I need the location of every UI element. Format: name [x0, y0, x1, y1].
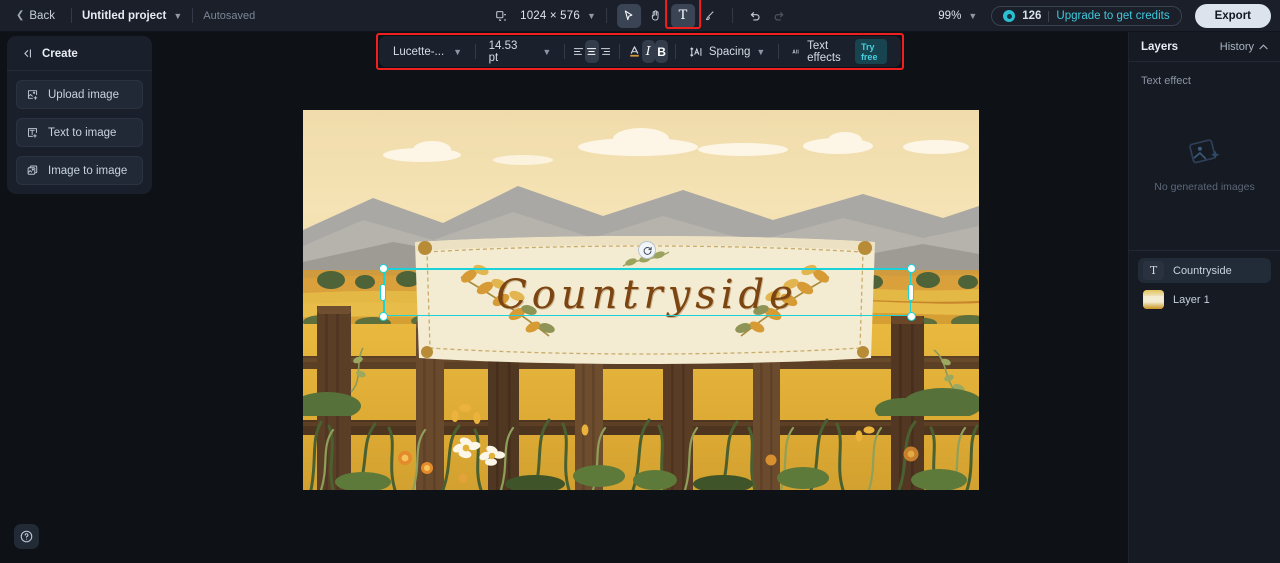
image-layer-thumbnail	[1143, 290, 1164, 309]
divider	[192, 8, 194, 23]
divider	[618, 44, 620, 59]
chevron-down-icon[interactable]: ▼	[968, 11, 977, 21]
zoom-level: 99%	[938, 10, 962, 22]
hand-icon[interactable]	[644, 4, 668, 28]
project-name[interactable]: Untitled project	[82, 10, 166, 22]
layer-row-layer-1[interactable]: Layer 1	[1138, 287, 1271, 312]
divider	[70, 8, 72, 23]
cloud	[903, 140, 969, 154]
select-icon[interactable]	[616, 3, 641, 28]
divider	[675, 44, 676, 59]
text-effect-label: Text effect	[1141, 75, 1191, 87]
layers-title: Layers	[1141, 40, 1179, 53]
text-tool-wrapper: T	[664, 0, 701, 29]
chevron-down-icon: ▼	[542, 46, 552, 57]
cloud	[698, 143, 788, 156]
mid-shrubs	[303, 388, 979, 416]
text-format-toolbar: Lucette-... ▼ 14.53 pt ▼ I B Spacing ▼ T…	[379, 36, 901, 67]
autosaved-status: Autosaved	[203, 9, 256, 22]
layer-name: Countryside	[1173, 264, 1232, 277]
italic-button[interactable]: I	[641, 40, 655, 63]
sidebar-item-label: Upload image	[48, 88, 119, 101]
text-to-image-icon	[28, 128, 37, 138]
sidebar-item-image-to-image[interactable]: Image to image	[16, 156, 143, 185]
frame-icon[interactable]	[489, 4, 513, 28]
chevron-up-icon	[1259, 43, 1268, 49]
sidebar-item-upload-image[interactable]: Upload image	[16, 80, 143, 109]
header-right-group: 99% ▼ 126 Upgrade to get credits Export	[938, 0, 1271, 32]
tool-group: T	[616, 0, 722, 29]
redo-icon[interactable]	[767, 4, 791, 28]
history-toggle[interactable]: History	[1220, 41, 1268, 53]
sidebar-item-label: Image to image	[48, 164, 128, 177]
divider	[778, 44, 779, 59]
chevron-down-icon[interactable]: ▼	[173, 11, 182, 21]
divider	[605, 8, 607, 23]
export-button[interactable]: Export	[1194, 4, 1271, 28]
canvas-area[interactable]: Countryside	[303, 110, 979, 490]
cloud	[828, 132, 862, 148]
font-size-select[interactable]: 14.53 pt ▼	[483, 36, 558, 68]
sidebar-item-text-to-image[interactable]: Text to image	[16, 118, 143, 147]
sign-board	[415, 236, 875, 364]
generated-images-empty-state: No generated images	[1129, 87, 1280, 242]
help-button[interactable]	[14, 524, 39, 549]
align-center-button[interactable]	[585, 40, 599, 63]
layer-name: Layer 1	[1173, 293, 1210, 306]
empty-state-text: No generated images	[1154, 181, 1255, 193]
history-label: History	[1219, 40, 1254, 53]
credit-coin-icon	[1003, 10, 1016, 22]
font-family-select[interactable]: Lucette-... ▼	[387, 42, 468, 62]
create-label: Create	[42, 47, 78, 60]
layer-row-countryside[interactable]: T Countryside	[1138, 258, 1271, 283]
divider	[1048, 10, 1050, 22]
text-effects-label: Text effects	[807, 39, 841, 64]
help-circle-icon	[20, 530, 33, 543]
upload-image-icon	[27, 90, 38, 100]
image-to-image-icon	[27, 165, 38, 175]
header-left-group: ❮ Back Untitled project ▼ Autosaved	[0, 6, 255, 26]
align-right-button[interactable]	[599, 40, 612, 63]
create-panel-header[interactable]: Create	[7, 36, 152, 71]
left-create-panel: Create Upload image Text to image Image …	[7, 36, 152, 194]
font-family-value: Lucette-...	[393, 45, 445, 58]
cloud	[493, 155, 553, 165]
cloud	[413, 141, 451, 158]
chevron-down-icon: ▼	[453, 46, 463, 57]
divider	[731, 8, 733, 23]
undo-icon[interactable]	[743, 4, 767, 28]
cloud	[613, 128, 669, 150]
divider	[475, 44, 476, 59]
bold-button[interactable]: B	[654, 40, 669, 63]
upgrade-link[interactable]: Upgrade to get credits	[1056, 10, 1169, 22]
right-layers-panel: Layers History Text effect No generated …	[1128, 32, 1280, 563]
font-size-value: 14.53 pt	[488, 39, 518, 64]
brush-icon[interactable]	[698, 4, 722, 28]
spacing-button[interactable]: Spacing ▼	[683, 41, 771, 63]
divider	[1129, 250, 1280, 251]
canvas-size-label: 1024 × 576	[520, 9, 580, 22]
spacing-label: Spacing	[708, 45, 751, 58]
layers-panel-header: Layers History	[1129, 32, 1280, 62]
text-color-button[interactable]	[627, 40, 642, 63]
chevron-left-icon: ❮	[16, 9, 25, 21]
back-button[interactable]: ❮ Back	[10, 6, 61, 26]
credits-count: 126	[1022, 10, 1042, 22]
align-left-button[interactable]	[572, 40, 585, 63]
text-tool-icon[interactable]: T	[670, 3, 695, 28]
sidebar-item-label: Text to image	[48, 126, 117, 139]
artboard[interactable]: Countryside	[303, 110, 979, 490]
text-layer-icon: T	[1143, 261, 1164, 280]
divider	[564, 44, 565, 59]
chevron-down-icon[interactable]: ▼	[587, 11, 596, 21]
chevron-down-icon: ▼	[756, 46, 766, 57]
top-header: ❮ Back Untitled project ▼ Autosaved 1024…	[0, 0, 1280, 32]
empty-image-icon	[1188, 139, 1219, 164]
collapse-panel-icon	[24, 49, 31, 58]
back-button-label: Back	[29, 9, 55, 22]
header-center-group: 1024 × 576 ▼ T	[489, 0, 791, 32]
credits-pill[interactable]: 126 Upgrade to get credits	[991, 6, 1182, 26]
try-free-badge[interactable]: Try free	[854, 39, 888, 64]
text-effects-button[interactable]: Text effects Try free	[786, 35, 893, 68]
